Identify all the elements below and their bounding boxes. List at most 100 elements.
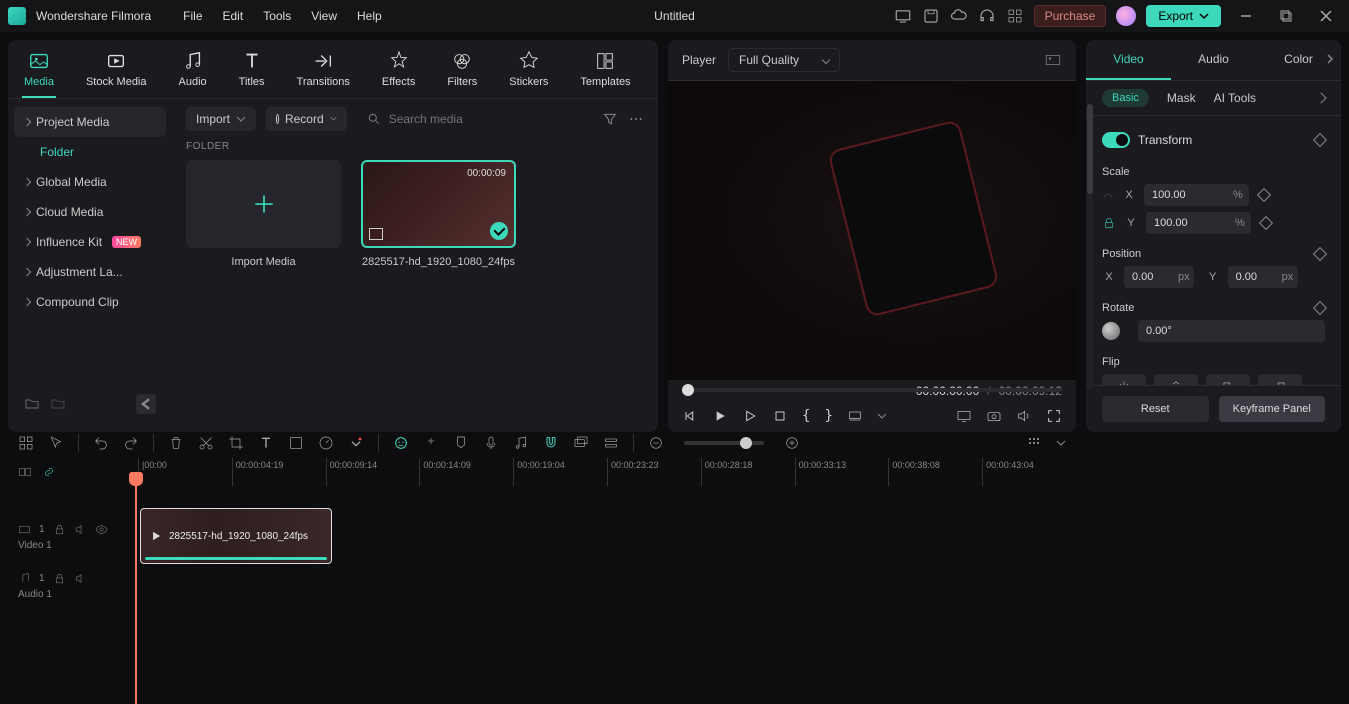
tab-stickers[interactable]: Stickers <box>507 50 550 98</box>
sidebar-project-media[interactable]: Project Media <box>14 107 166 137</box>
rotate-ccw-button[interactable] <box>1258 374 1302 385</box>
player-scrubber[interactable] <box>682 388 1062 392</box>
menu-tools[interactable]: Tools <box>255 5 299 27</box>
grid-view-icon[interactable] <box>18 435 34 451</box>
zoom-slider[interactable] <box>684 441 764 445</box>
sidebar-influence-kit[interactable]: Influence KitNEW <box>14 227 166 257</box>
ai-robot-icon[interactable] <box>393 435 409 451</box>
pos-y-input[interactable] <box>1228 266 1298 288</box>
frame-icon[interactable] <box>288 435 304 451</box>
new-folder-icon[interactable] <box>24 396 40 412</box>
cloud-icon[interactable] <box>950 7 968 25</box>
eye-icon[interactable] <box>95 523 108 536</box>
media-clip-item[interactable]: 00:00:09 2825517-hd_1920_1080_24fps <box>361 160 516 268</box>
snapshot-icon[interactable] <box>1044 51 1062 69</box>
redo-icon[interactable] <box>123 435 139 451</box>
sidebar-cloud-media[interactable]: Cloud Media <box>14 197 166 227</box>
sidebar-global-media[interactable]: Global Media <box>14 167 166 197</box>
scale-y-input[interactable] <box>1146 212 1251 234</box>
marker-icon[interactable] <box>453 435 469 451</box>
keyframe-diamond-icon[interactable] <box>1257 188 1271 202</box>
rotate-knob[interactable] <box>1102 322 1120 340</box>
search-input[interactable] <box>389 112 582 126</box>
keyframe-diamond-icon[interactable] <box>1313 301 1327 315</box>
timeline-options-icon[interactable] <box>1026 435 1042 451</box>
subtab-mask[interactable]: Mask <box>1167 91 1196 105</box>
player-viewport[interactable] <box>668 81 1076 380</box>
rotate-cw-button[interactable] <box>1206 374 1250 385</box>
headphone-icon[interactable] <box>978 7 996 25</box>
lock-icon[interactable] <box>53 572 66 585</box>
more-tabs-icon[interactable] <box>1325 54 1335 64</box>
lock-icon[interactable] <box>1102 216 1116 230</box>
minimize-icon[interactable] <box>1239 9 1253 23</box>
flip-h-button[interactable] <box>1102 374 1146 385</box>
text-icon[interactable] <box>258 435 274 451</box>
subtab-basic[interactable]: Basic <box>1102 89 1149 107</box>
tab-templates[interactable]: Templates <box>578 50 632 98</box>
mic-icon[interactable] <box>483 435 499 451</box>
undo-icon[interactable] <box>93 435 109 451</box>
save-icon[interactable] <box>922 7 940 25</box>
mute-icon[interactable] <box>74 523 87 536</box>
sparkle-icon[interactable] <box>423 435 439 451</box>
track-display-icon[interactable] <box>603 435 619 451</box>
close-icon[interactable] <box>1319 9 1333 23</box>
cut-icon[interactable] <box>198 435 214 451</box>
collapse-sidebar-icon[interactable] <box>136 394 156 414</box>
group-icon[interactable] <box>573 435 589 451</box>
timeline-clip[interactable]: 2825517-hd_1920_1080_24fps <box>140 508 332 564</box>
profile-avatar[interactable] <box>1116 6 1136 26</box>
record-dropdown[interactable]: Record <box>266 107 347 131</box>
magnet-icon[interactable] <box>543 435 559 451</box>
pos-x-input[interactable] <box>1124 266 1194 288</box>
tab-stock[interactable]: Stock Media <box>84 50 149 98</box>
tab-filters[interactable]: Filters <box>445 50 479 98</box>
menu-file[interactable]: File <box>175 5 210 27</box>
keyframe-panel-button[interactable]: Keyframe Panel <box>1219 396 1326 422</box>
sidebar-compound[interactable]: Compound Clip <box>14 287 166 317</box>
zoom-out-icon[interactable] <box>648 435 664 451</box>
keyframe-diamond-icon[interactable] <box>1313 247 1327 261</box>
subtab-ai[interactable]: AI Tools <box>1214 91 1256 105</box>
menu-help[interactable]: Help <box>349 5 390 27</box>
next-subtab-icon[interactable] <box>1315 92 1326 103</box>
transform-toggle[interactable] <box>1102 132 1130 148</box>
quality-dropdown[interactable]: Full Quality <box>728 48 840 72</box>
new-bin-icon[interactable] <box>50 396 66 412</box>
chevron-down-icon[interactable] <box>1056 435 1066 451</box>
menu-edit[interactable]: Edit <box>215 5 252 27</box>
purchase-button[interactable]: Purchase <box>1034 5 1107 27</box>
rotate-input[interactable] <box>1138 320 1325 342</box>
speed-icon[interactable] <box>318 435 334 451</box>
cursor-icon[interactable] <box>48 435 64 451</box>
flip-v-button[interactable] <box>1154 374 1198 385</box>
apps-icon[interactable] <box>1006 7 1024 25</box>
tab-audio[interactable]: Audio <box>177 50 209 98</box>
import-media-item[interactable]: Import Media <box>186 160 341 268</box>
import-dropdown[interactable]: Import <box>186 107 256 131</box>
mute-icon[interactable] <box>74 572 87 585</box>
reset-button[interactable]: Reset <box>1102 396 1209 422</box>
crop-icon[interactable] <box>228 435 244 451</box>
maximize-icon[interactable] <box>1279 9 1293 23</box>
menu-view[interactable]: View <box>303 5 345 27</box>
tab-transitions[interactable]: Transitions <box>295 50 352 98</box>
lock-icon[interactable] <box>53 523 66 536</box>
zoom-in-icon[interactable] <box>784 435 800 451</box>
expand-icon[interactable] <box>348 435 364 451</box>
inspector-tab-video[interactable]: Video <box>1086 40 1171 80</box>
timeline-ruler[interactable]: |00:00 00:00:04:19 00:00:09:14 00:00:14:… <box>138 458 1076 486</box>
ripple-icon[interactable] <box>18 465 32 479</box>
export-button[interactable]: Export <box>1146 5 1221 27</box>
scale-x-input[interactable] <box>1144 184 1249 206</box>
filter-icon[interactable] <box>602 111 618 127</box>
keyframe-diamond-icon[interactable] <box>1313 133 1327 147</box>
playhead[interactable] <box>135 480 137 704</box>
link-icon[interactable] <box>42 465 56 479</box>
more-icon[interactable] <box>628 111 644 127</box>
inspector-tab-audio[interactable]: Audio <box>1171 40 1256 80</box>
delete-icon[interactable] <box>168 435 184 451</box>
tab-effects[interactable]: Effects <box>380 50 417 98</box>
keyframe-diamond-icon[interactable] <box>1259 216 1273 230</box>
